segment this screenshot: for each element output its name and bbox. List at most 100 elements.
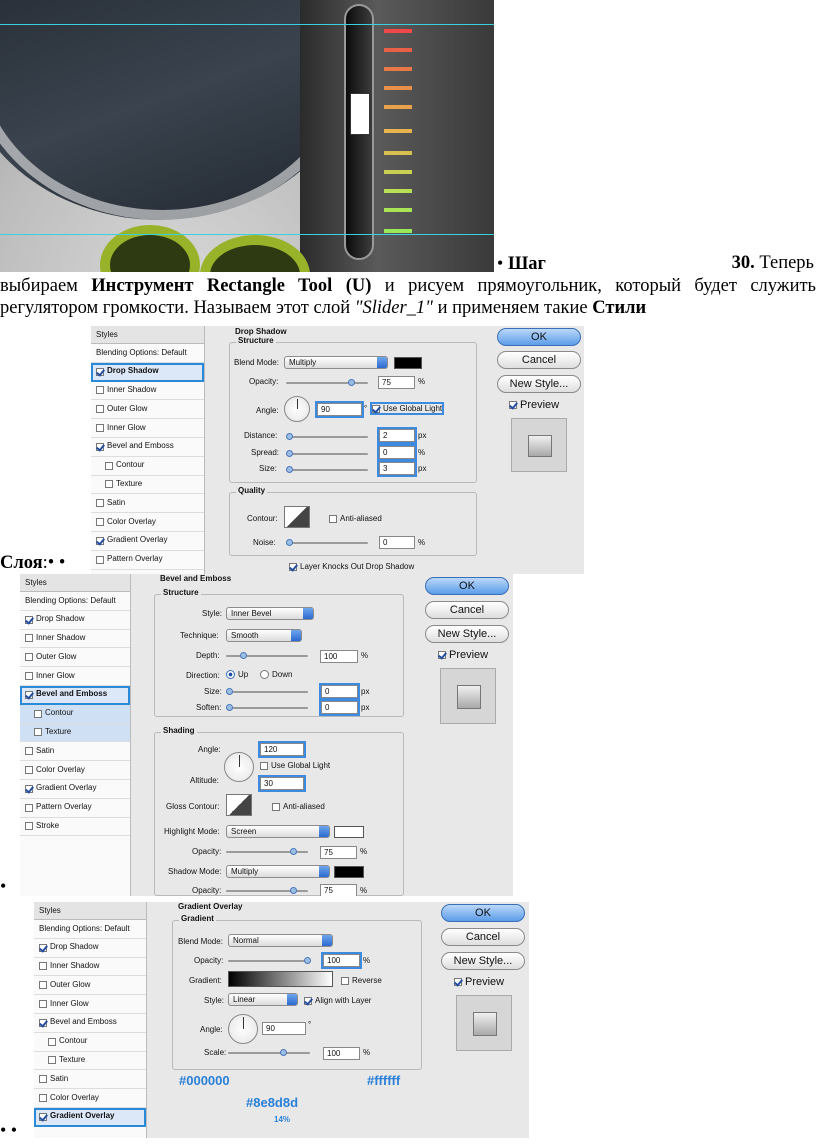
checkbox[interactable]	[39, 1018, 47, 1027]
cancel-button[interactable]: Cancel	[497, 351, 581, 369]
slider-knob[interactable]	[240, 652, 247, 659]
soften-slider[interactable]	[226, 704, 308, 711]
highlight-opacity-slider[interactable]	[226, 848, 308, 855]
soften-field[interactable]: 0	[319, 699, 360, 716]
checkbox[interactable]	[34, 709, 42, 718]
sidebar-item-satin[interactable]: Satin	[34, 1070, 146, 1090]
sidebar-item-color-overlay[interactable]: Color Overlay	[91, 513, 204, 532]
checkbox[interactable]	[272, 802, 280, 811]
checkbox[interactable]	[96, 367, 104, 376]
sidebar-item-outer-glow[interactable]: Outer Glow	[34, 976, 146, 996]
opacity-slider[interactable]	[286, 379, 368, 386]
sidebar-item-stroke[interactable]: Stroke	[20, 818, 130, 837]
distance-slider[interactable]	[286, 433, 368, 440]
gradient-style-select[interactable]: Linear	[228, 993, 298, 1006]
global-light-checkbox[interactable]: Use Global Light	[260, 761, 330, 770]
checkbox[interactable]	[96, 499, 104, 508]
slider-knob[interactable]	[226, 704, 233, 711]
highlight-mode-select[interactable]: Screen	[226, 825, 330, 838]
preview-checkbox[interactable]: Preview	[509, 399, 559, 411]
size-field[interactable]: 0	[319, 683, 360, 700]
checkbox[interactable]	[105, 480, 113, 489]
sidebar-item-texture[interactable]: Texture	[20, 723, 130, 743]
direction-up-radio[interactable]: Up	[226, 670, 248, 679]
slider-knob[interactable]	[280, 1049, 287, 1056]
checkbox[interactable]	[509, 401, 517, 409]
checkbox[interactable]	[48, 1037, 56, 1046]
noise-slider[interactable]	[286, 539, 368, 546]
checkbox[interactable]	[438, 651, 446, 659]
sidebar-item-inner-shadow[interactable]: Inner Shadow	[34, 958, 146, 977]
radio-on[interactable]	[226, 670, 235, 679]
ok-button[interactable]: OK	[425, 577, 509, 595]
angle-field[interactable]: 120	[258, 741, 306, 758]
slider-knob[interactable]	[348, 379, 355, 386]
slider-knob[interactable]	[286, 466, 293, 473]
sidebar-item-drop-shadow[interactable]: Drop Shadow	[20, 611, 130, 630]
spread-field[interactable]: 0	[377, 444, 417, 461]
checkbox[interactable]	[39, 962, 47, 971]
reverse-checkbox[interactable]: Reverse	[341, 976, 382, 985]
size-slider[interactable]	[226, 688, 308, 695]
sidebar-item-satin[interactable]: Satin	[20, 742, 130, 762]
checkbox[interactable]	[25, 766, 33, 775]
size-field[interactable]: 3	[377, 460, 417, 477]
sidebar-item-bevel[interactable]: Bevel and Emboss	[34, 1014, 146, 1033]
highlight-color-swatch[interactable]	[334, 826, 364, 838]
sidebar-item-color-overlay[interactable]: Color Overlay	[34, 1089, 146, 1108]
checkbox[interactable]	[96, 536, 104, 545]
cancel-button[interactable]: Cancel	[441, 928, 525, 946]
sidebar-item-pattern-overlay[interactable]: Pattern Overlay	[91, 551, 204, 570]
opacity-field[interactable]: 100	[321, 952, 362, 969]
sidebar-item-inner-shadow[interactable]: Inner Shadow	[91, 382, 204, 401]
sidebar-item-contour[interactable]: Contour	[91, 457, 204, 476]
checkbox[interactable]	[48, 1056, 56, 1065]
blend-mode-select[interactable]: Multiply	[284, 356, 388, 369]
checkbox[interactable]	[372, 404, 380, 413]
opacity-slider[interactable]	[228, 957, 311, 964]
sidebar-item-pattern-overlay[interactable]: Pattern Overlay	[20, 799, 130, 818]
scale-slider[interactable]	[228, 1049, 310, 1056]
checkbox[interactable]	[39, 943, 47, 952]
checkbox[interactable]	[25, 822, 33, 831]
sidebar-item-blending[interactable]: Blending Options: Default	[34, 920, 146, 939]
checkbox[interactable]	[260, 761, 268, 770]
angle-dial[interactable]	[224, 752, 254, 782]
checkbox[interactable]	[96, 555, 104, 564]
checkbox[interactable]	[25, 615, 33, 624]
sidebar-item-drop-shadow[interactable]: Drop Shadow	[91, 362, 204, 382]
distance-field[interactable]: 2	[377, 427, 417, 444]
ok-button[interactable]: OK	[441, 904, 525, 922]
angle-dial[interactable]	[284, 396, 310, 422]
sidebar-item-bevel[interactable]: Bevel and Emboss	[91, 438, 204, 457]
shadow-opacity-slider[interactable]	[226, 887, 308, 894]
sidebar-item-satin[interactable]: Satin	[91, 494, 204, 514]
new-style-button[interactable]: New Style...	[425, 625, 509, 643]
checkbox[interactable]	[39, 981, 47, 990]
depth-slider[interactable]	[226, 652, 308, 659]
checkbox[interactable]	[304, 996, 312, 1005]
checkbox[interactable]	[39, 1094, 47, 1103]
anti-aliased-checkbox[interactable]: Anti-aliased	[272, 802, 325, 811]
checkbox[interactable]	[34, 728, 42, 737]
sidebar-item-outer-glow[interactable]: Outer Glow	[91, 400, 204, 420]
contour-picker[interactable]	[284, 506, 310, 528]
sidebar-item-contour[interactable]: Contour	[34, 1033, 146, 1052]
noise-field[interactable]: 0	[379, 536, 415, 549]
shadow-mode-select[interactable]: Multiply	[226, 865, 330, 878]
sidebar-item-color-overlay[interactable]: Color Overlay	[20, 761, 130, 780]
sidebar-item-blending[interactable]: Blending Options: Default	[91, 344, 204, 363]
anti-aliased-checkbox[interactable]: Anti-aliased	[329, 514, 382, 523]
opacity-field[interactable]: 75	[378, 376, 415, 389]
sidebar-item-bevel[interactable]: Bevel and Emboss	[20, 685, 130, 705]
checkbox[interactable]	[454, 978, 462, 986]
highlight-opacity-field[interactable]: 75	[320, 846, 357, 859]
checkbox[interactable]	[329, 514, 337, 523]
checkbox[interactable]	[25, 747, 33, 756]
preview-checkbox[interactable]: Preview	[454, 976, 504, 988]
checkbox[interactable]	[39, 1112, 47, 1121]
sidebar-item-gradient-overlay[interactable]: Gradient Overlay	[34, 1107, 146, 1127]
gradient-picker[interactable]	[228, 971, 333, 987]
slider-knob[interactable]	[286, 539, 293, 546]
checkbox[interactable]	[25, 634, 33, 643]
